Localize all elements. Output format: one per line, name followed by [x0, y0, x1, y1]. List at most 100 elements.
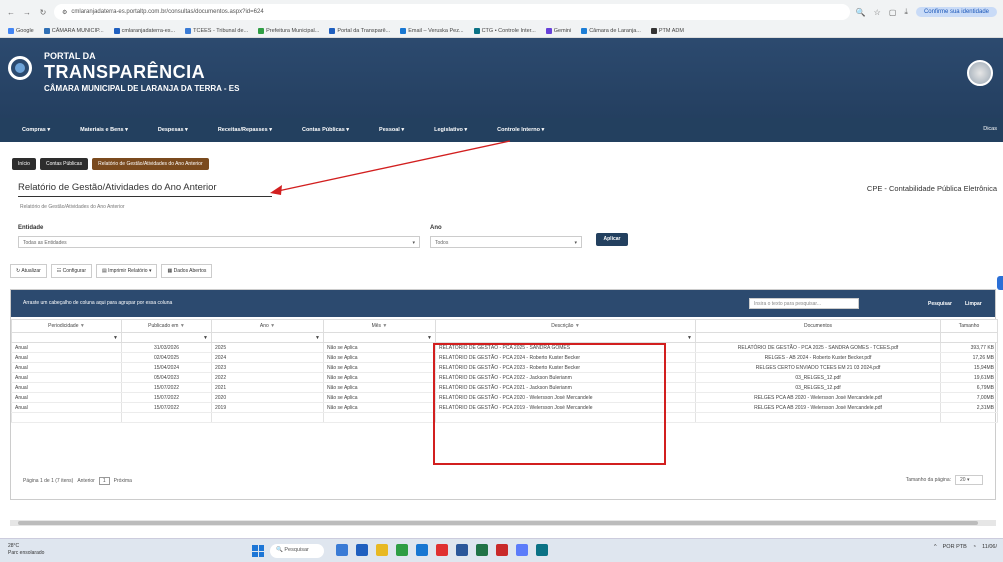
cell-document[interactable]: RELATÓRIO DE GESTÃO - PCA 2025 - SANDRA …: [695, 342, 941, 353]
menu-item[interactable]: Materiais e Bens ▾: [80, 127, 128, 133]
prev-page-link[interactable]: Anterior: [77, 478, 95, 484]
configure-button[interactable]: ☷ Configurar: [50, 264, 92, 278]
filter-icon[interactable]: ▼: [203, 335, 208, 341]
taskbar-search[interactable]: 🔍 Pesquisar: [270, 544, 324, 558]
chrome-icon[interactable]: [396, 544, 408, 556]
scrollbar-thumb[interactable]: [18, 521, 978, 525]
portal-logo-icon[interactable]: [8, 56, 32, 80]
language-indicator[interactable]: POR PTB: [943, 544, 967, 550]
grid-search-button[interactable]: Pesquisar: [928, 301, 952, 307]
help-link[interactable]: Dicas: [983, 126, 997, 132]
forward-icon[interactable]: →: [22, 8, 32, 17]
filter-icon[interactable]: ▼: [78, 323, 85, 329]
word-icon[interactable]: [456, 544, 468, 556]
app-icon[interactable]: [536, 544, 548, 556]
edge-icon[interactable]: [416, 544, 428, 556]
print-report-button[interactable]: ▤ Imprimir Relatório ▾: [96, 264, 158, 278]
filter-icon[interactable]: ▼: [269, 323, 275, 329]
windows-start-icon[interactable]: [252, 545, 264, 557]
entity-select[interactable]: Todas as Entidades ▾: [18, 236, 420, 248]
horizontal-scrollbar[interactable]: [10, 520, 996, 526]
column-filter-cell[interactable]: ▼: [323, 332, 436, 343]
grid-clear-button[interactable]: Limpar: [965, 301, 982, 307]
menu-item[interactable]: Receitas/Repasses ▾: [218, 127, 272, 133]
app-icon[interactable]: [356, 544, 368, 556]
open-data-button[interactable]: ▦ Dados Abertos: [161, 264, 213, 278]
apply-button[interactable]: Aplicar: [596, 233, 628, 246]
folder-icon[interactable]: [376, 544, 388, 556]
page-number[interactable]: 1: [98, 477, 110, 485]
menu-item[interactable]: Despesas ▾: [158, 127, 188, 133]
column-filter-cell[interactable]: ▼: [435, 332, 696, 343]
column-header[interactable]: Publicado em ▼: [121, 319, 212, 333]
breadcrumb-contas-publicas[interactable]: Contas Públicas: [39, 158, 89, 170]
menu-item[interactable]: Legislativo ▾: [434, 127, 467, 133]
site-info-icon[interactable]: ⚙: [62, 9, 67, 16]
column-header[interactable]: Descrição ▼: [435, 319, 696, 333]
cell-month: Não se Aplica: [323, 392, 436, 403]
filter-icon[interactable]: ▼: [178, 323, 185, 329]
wifi-icon[interactable]: ◔: [973, 544, 976, 550]
filter-icon[interactable]: ▼: [381, 323, 387, 329]
page-size-select[interactable]: 20 ▾: [955, 475, 983, 485]
tray-chevron-icon[interactable]: ^: [934, 544, 937, 550]
bookmark-item[interactable]: Gemini: [545, 27, 571, 34]
bookmark-item[interactable]: TCEES - Tribunal de...: [185, 27, 248, 34]
excel-icon[interactable]: [476, 544, 488, 556]
cell-document[interactable]: RELGES PCA AB 2020 - Welersson José Merc…: [695, 392, 941, 403]
menu-item[interactable]: Pessoal ▾: [379, 127, 404, 133]
menu-item[interactable]: Contas Públicas ▾: [302, 127, 349, 133]
gmail-icon[interactable]: [496, 544, 508, 556]
year-select[interactable]: Todos ▾: [430, 236, 582, 248]
cell-document[interactable]: RELGES CERTO ENVIADO TCEES EM 21 03 2024…: [695, 362, 941, 373]
cell-document[interactable]: 03_RELGES_12.pdf: [695, 382, 941, 393]
profile-button[interactable]: Confirme sua identidade: [915, 7, 997, 17]
app-icon[interactable]: [516, 544, 528, 556]
column-header[interactable]: Documentos: [695, 319, 941, 333]
refresh-button[interactable]: ↻ Atualizar: [10, 264, 47, 278]
column-header[interactable]: Mês ▼: [323, 319, 436, 333]
breadcrumb-home[interactable]: Início: [12, 158, 36, 170]
weather-widget[interactable]: 28°C Parc ensolarado: [8, 543, 44, 557]
bookmark-item[interactable]: Email – Veruska Pez...: [400, 27, 464, 34]
column-filter-cell[interactable]: ▼: [121, 332, 212, 343]
clock[interactable]: 11/06/: [982, 544, 997, 550]
bookmark-item[interactable]: CTG • Controle Inter...: [473, 27, 536, 34]
next-page-link[interactable]: Próxima: [114, 478, 132, 484]
filter-icon[interactable]: ▼: [427, 335, 432, 341]
bookmark-item[interactable]: PTM ADM: [650, 27, 684, 34]
bookmark-item[interactable]: Google: [8, 27, 34, 34]
column-header[interactable]: Ano ▼: [211, 319, 324, 333]
column-filter-cell[interactable]: ▼: [11, 332, 122, 343]
bookmark-star-icon[interactable]: ☆: [874, 8, 881, 17]
column-filter-cell[interactable]: ▼: [211, 332, 324, 343]
column-filter-cell[interactable]: [940, 332, 998, 343]
cell-document[interactable]: 03_RELGES_12.pdf: [695, 372, 941, 383]
menu-item[interactable]: Compras ▾: [22, 127, 50, 133]
side-panel-tab[interactable]: [997, 276, 1003, 290]
file-explorer-icon[interactable]: [336, 544, 348, 556]
column-header[interactable]: Tamanho: [940, 319, 998, 333]
extensions-icon[interactable]: ▢: [889, 8, 897, 17]
bookmark-item[interactable]: Prefeitura Municipal...: [258, 27, 319, 34]
bookmark-item[interactable]: cmlaranjadaterra-es...: [113, 27, 175, 34]
grid-search-input[interactable]: Insira o texto para pesquisar...: [749, 298, 859, 309]
cell-document[interactable]: RELGES - AB 2024 - Roberto Kuster Becker…: [695, 352, 941, 363]
filter-icon[interactable]: ▼: [315, 335, 320, 341]
bookmark-item[interactable]: Câmara de Laranja...: [581, 27, 641, 34]
bookmark-item[interactable]: Portal da Transparê...: [329, 27, 390, 34]
column-filter-cell[interactable]: [695, 332, 941, 343]
menu-item[interactable]: Controle Interno ▾: [497, 127, 544, 133]
filter-icon[interactable]: ▼: [113, 335, 118, 341]
reload-icon[interactable]: ↻: [38, 8, 48, 17]
zoom-icon[interactable]: 🔍: [856, 8, 866, 17]
column-header[interactable]: Periodicidade ▼: [11, 319, 122, 333]
cell-document[interactable]: RELGES PCA AB 2019 - Welersson José Merc…: [695, 402, 941, 413]
app-icon[interactable]: [436, 544, 448, 556]
filter-icon[interactable]: ▼: [573, 323, 580, 329]
download-icon[interactable]: ⤓: [904, 7, 908, 17]
address-bar[interactable]: ⚙ cmlaranjadaterra-es.portaltp.com.br/co…: [54, 4, 850, 20]
bookmark-item[interactable]: CÂMARA MUNICIP...: [43, 27, 104, 34]
filter-icon[interactable]: ▼: [687, 335, 692, 341]
back-icon[interactable]: ←: [6, 8, 16, 17]
